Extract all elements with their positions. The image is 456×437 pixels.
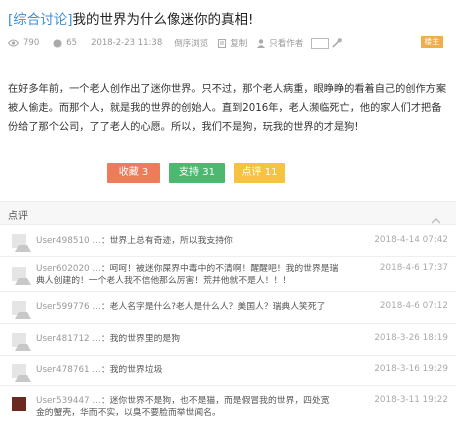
comment-time: 2018-4-14 07:42 — [374, 235, 448, 245]
comment-text: User539447 ...：迷你世界不是狗，也不是猫，而是假冒我的世界，四处宽… — [36, 395, 336, 419]
comment-row: User599776 ...：老人名字是什么?老人是什么人？美国人？瑞典人笑死了… — [0, 292, 456, 324]
comment-time: 2018-3-26 18:19 — [374, 333, 448, 343]
avatar[interactable] — [12, 333, 31, 351]
support-button[interactable]: 支持 31 — [169, 163, 225, 183]
wrench-icon[interactable] — [332, 38, 343, 48]
comment-row: User602020 ...：呵呵！被迷你屎界中毒中的不清啊！醒醒吧！我的世界是… — [0, 257, 456, 292]
comment-time: 2018-3-16 19:29 — [374, 364, 448, 374]
reverse-order-link[interactable]: 倒序浏览 — [174, 37, 208, 49]
avatar[interactable] — [12, 397, 26, 411]
comment-body: ：老人名字是什么?老人是什么人？美国人？瑞典人笑死了 — [100, 302, 326, 312]
comment-time: 2018-4-6 07:12 — [379, 301, 448, 311]
comment-icon — [53, 39, 62, 48]
copy-button[interactable]: 复制 — [218, 37, 247, 49]
person-icon — [257, 38, 266, 48]
comment-text: User478761 ...：我的世界垃圾 — [36, 364, 356, 376]
comments-header-label: 点评 — [8, 211, 28, 222]
comment-time: 2018-3-11 19:22 — [374, 395, 448, 405]
comment-user[interactable]: User478761 ... — [36, 365, 101, 375]
post-meta: 790 65 2018-2-23 11:38 倒序浏览 复制 只看作者 — [8, 36, 343, 50]
copy-label: 复制 — [230, 39, 248, 49]
comment-body: ：我的世界垃圾 — [100, 365, 163, 375]
post-title-text: 我的世界为什么像迷你的真相! — [72, 12, 254, 28]
collect-button[interactable]: 收藏 3 — [107, 163, 160, 183]
views-count: 790 — [8, 38, 39, 48]
comment-text: User481712 ...：我的世界里的是狗 — [36, 333, 356, 345]
comment-row: User498510 ...：世界上总有奇迹，所以我支持你 2018-4-14 … — [0, 226, 456, 257]
avatar[interactable] — [12, 267, 31, 285]
category-link[interactable]: [综合讨论] — [8, 12, 73, 28]
comment-text: User498510 ...：世界上总有奇迹，所以我支持你 — [36, 235, 356, 247]
review-button[interactable]: 点评 11 — [234, 163, 285, 183]
comment-row: User481712 ...：我的世界里的是狗 2018-3-26 18:19 — [0, 324, 456, 356]
views-value: 790 — [23, 38, 40, 48]
replies-value: 65 — [66, 38, 78, 48]
comment-row: User539447 ...：迷你世界不是狗，也不是猫，而是假冒我的世界，四处宽… — [0, 386, 456, 437]
comments-header: 点评 — [0, 201, 456, 225]
comment-body: ：世界上总有奇迹，所以我支持你 — [100, 236, 233, 246]
select-box[interactable] — [311, 37, 330, 49]
avatar[interactable] — [12, 301, 31, 319]
post-title: [综合讨论]我的世界为什么像迷你的真相! — [8, 8, 253, 28]
comment-text: User602020 ...：呵呵！被迷你屎界中毒中的不清啊！醒醒吧！我的世界是… — [36, 263, 341, 287]
avatar[interactable] — [12, 234, 31, 252]
comment-user[interactable]: User539447 ... — [36, 396, 101, 406]
eye-icon — [8, 39, 19, 47]
copy-icon — [218, 38, 227, 48]
post-content: 在好多年前，一个老人创作出了迷你世界。只不过，那个老人病重，眼睁睁的看着自己的创… — [8, 84, 447, 133]
comment-user[interactable]: User602020 ... — [36, 264, 101, 274]
comment-user[interactable]: User498510 ... — [36, 236, 101, 246]
comment-user[interactable]: User481712 ... — [36, 334, 101, 344]
post-datetime: 2018-2-23 11:38 — [91, 38, 163, 48]
comment-row: User478761 ...：我的世界垃圾 2018-3-16 19:29 — [0, 356, 456, 386]
replies-count: 65 — [53, 38, 77, 48]
comment-time: 2018-4-6 17:37 — [379, 263, 448, 273]
author-only-button[interactable]: 只看作者 — [257, 37, 303, 49]
author-only-label: 只看作者 — [269, 39, 304, 49]
comment-body: ：我的世界里的是狗 — [100, 334, 181, 344]
comment-text: User599776 ...：老人名字是什么?老人是什么人？美国人？瑞典人笑死了 — [36, 301, 356, 313]
op-badge: 楼主 — [421, 36, 443, 48]
comment-user[interactable]: User599776 ... — [36, 302, 101, 312]
avatar[interactable] — [12, 364, 31, 382]
